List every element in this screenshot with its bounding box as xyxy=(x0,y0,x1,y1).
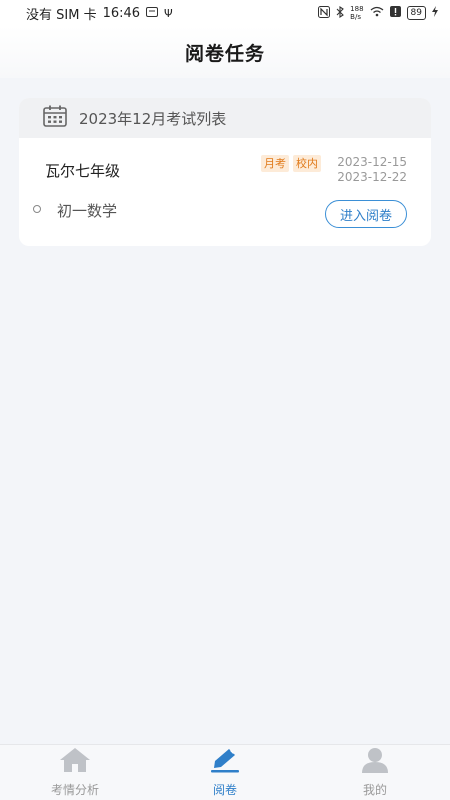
exam-list-title: 2023年12月考试列表 xyxy=(79,109,227,128)
clock: 16:46 xyxy=(102,5,141,21)
exam-scope-tag: 校内 xyxy=(293,155,321,172)
exam-list-card: 2023年12月考试列表 瓦尔七年级 月考 校内 2023-12-15 2023… xyxy=(19,98,431,246)
message-icon xyxy=(146,6,159,21)
tab-label: 阅卷 xyxy=(212,783,237,797)
tab-exam-analysis[interactable]: 考情分析 xyxy=(15,747,135,798)
nfc-icon xyxy=(318,5,331,21)
exam-start-date: 2023-12-15 xyxy=(337,155,407,169)
wifi-icon xyxy=(370,6,384,20)
alert-icon xyxy=(389,6,401,20)
page-header: 阅卷任务 xyxy=(0,26,450,78)
exam-type-tag: 月考 xyxy=(261,155,289,172)
exam-tags: 月考 校内 xyxy=(261,155,321,172)
charging-icon xyxy=(432,6,438,20)
tab-profile[interactable]: 我的 xyxy=(315,747,435,798)
calendar-icon xyxy=(43,105,67,131)
exam-dates: 2023-12-15 2023-12-22 xyxy=(337,155,407,185)
exam-item: 瓦尔七年级 月考 校内 2023-12-15 2023-12-22 初一数学 进… xyxy=(19,138,431,246)
tab-grading[interactable]: 阅卷 xyxy=(165,747,285,798)
carrier-label: 没有 SIM 卡 xyxy=(26,7,97,23)
subject-bullet-icon xyxy=(33,205,41,213)
pen-icon xyxy=(209,747,241,777)
status-bar: 没有 SIM 卡 16:46 Ψ 188 B/s 89 xyxy=(0,0,450,26)
enter-grading-button[interactable]: 进入阅卷 xyxy=(325,200,407,228)
bluetooth-icon xyxy=(336,5,345,21)
exam-end-date: 2023-12-22 xyxy=(337,170,407,184)
exam-school-name: 瓦尔七年级 xyxy=(45,162,121,180)
exam-list-heading: 2023年12月考试列表 xyxy=(19,98,431,138)
battery-indicator: 89 xyxy=(406,6,426,20)
tab-label: 考情分析 xyxy=(50,783,99,797)
exam-subject: 初一数学 xyxy=(57,202,118,220)
page-title: 阅卷任务 xyxy=(184,42,265,65)
user-icon xyxy=(359,747,391,777)
home-icon xyxy=(59,747,91,777)
tab-label: 我的 xyxy=(362,783,387,797)
network-speed: 188 B/s xyxy=(350,5,364,21)
usb-icon: Ψ xyxy=(164,6,173,20)
bottom-tab-bar: 考情分析 阅卷 我的 xyxy=(0,744,450,800)
